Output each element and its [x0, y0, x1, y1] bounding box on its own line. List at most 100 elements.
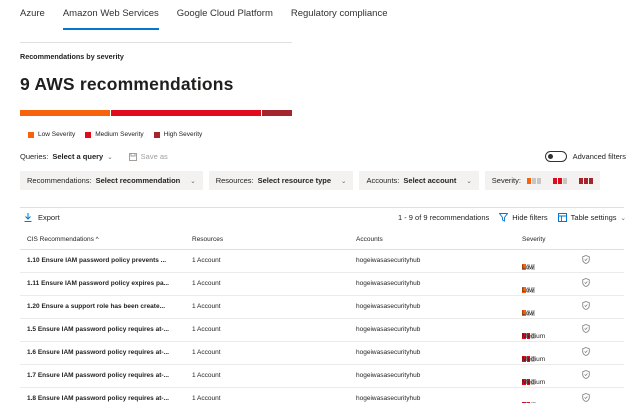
recommendation-name[interactable]: 1.11 Ensure IAM password policy expires …	[27, 280, 169, 287]
legend-low-label: Low Severity	[38, 131, 76, 138]
severity-bar	[20, 110, 292, 116]
severity-label: Low	[522, 264, 534, 271]
resources-cell: 1 Account	[192, 257, 221, 264]
queries-dropdown[interactable]: Select a query	[52, 152, 103, 161]
filter-icon	[499, 213, 509, 222]
table-row[interactable]: 1.11 Ensure IAM password policy expires …	[20, 273, 624, 296]
severity-label: Low	[522, 310, 534, 317]
severity-bar-low	[20, 110, 110, 116]
account-cell: hogeiwasasecurityhub	[356, 395, 421, 402]
divider	[20, 42, 292, 43]
export-label: Export	[38, 213, 60, 222]
severity-filter-label: Severity:	[491, 176, 521, 185]
advanced-filters-label: Advanced filters	[572, 152, 626, 161]
recommendation-count: 1 - 9 of 9 recommendations	[397, 213, 490, 222]
severity-medium-option[interactable]	[552, 177, 567, 184]
shield-icon[interactable]	[582, 324, 590, 335]
accounts-filter[interactable]: Accounts: Select account ⌄	[359, 171, 479, 190]
queries-label: Queries:	[20, 152, 49, 161]
chevron-down-icon: ⌄	[466, 177, 472, 185]
table-settings-button[interactable]: Table settings ⌄	[557, 213, 626, 222]
severity-label: Low	[522, 287, 534, 294]
filter-value: Select resource type	[257, 176, 331, 185]
chevron-down-icon: ⌄	[190, 177, 196, 185]
shield-icon[interactable]	[582, 255, 590, 266]
column-header-resources[interactable]: Resources	[192, 236, 223, 243]
shield-icon[interactable]	[582, 393, 590, 403]
resources-cell: 1 Account	[192, 280, 221, 287]
legend-low-swatch	[28, 131, 34, 138]
account-cell: hogeiwasasecurityhub	[356, 349, 421, 356]
filter-label: Recommendations:	[27, 176, 92, 185]
page-title: 9 AWS recommendations	[20, 74, 234, 94]
advanced-filters[interactable]: Advanced filters	[544, 151, 626, 162]
chevron-down-icon[interactable]: ⌄	[107, 153, 112, 161]
tab-azure[interactable]: Azure	[20, 0, 45, 32]
severity-legend: Low Severity Medium Severity High Severi…	[28, 131, 202, 138]
account-cell: hogeiwasasecurityhub	[356, 303, 421, 310]
severity-high-option[interactable]	[578, 177, 593, 184]
column-header-severity[interactable]: Severity	[522, 236, 545, 243]
filter-value: Select recommendation	[95, 176, 181, 185]
filter-value: Select account	[403, 176, 457, 185]
severity-bar-medium	[110, 110, 261, 116]
hide-filters-label: Hide filters	[512, 213, 548, 222]
section-title: Recommendations by severity	[20, 52, 124, 61]
column-header-accounts[interactable]: Accounts	[356, 236, 383, 243]
legend-medium-label: Medium Severity	[95, 131, 144, 138]
tab-regulatory-compliance[interactable]: Regulatory compliance	[291, 0, 388, 32]
legend-high-swatch	[153, 131, 160, 138]
filter-label: Accounts:	[366, 176, 400, 185]
shield-icon[interactable]	[582, 278, 590, 289]
tab-gcp[interactable]: Google Cloud Platform	[177, 0, 273, 32]
legend-medium-swatch	[85, 131, 92, 138]
legend-medium: Medium Severity	[85, 131, 144, 138]
legend-high-label: High Severity	[163, 131, 203, 138]
severity-low-option[interactable]	[526, 177, 541, 184]
chevron-down-icon: ⌄	[341, 177, 347, 185]
resources-cell: 1 Account	[192, 303, 221, 310]
queries-bar: Queries: Select a query ⌄ Save as	[20, 152, 168, 161]
chevron-down-icon: ⌄	[620, 214, 626, 222]
recommendation-name[interactable]: 1.8 Ensure IAM password policy requires …	[27, 395, 169, 402]
shield-icon[interactable]	[582, 301, 590, 312]
resources-filter[interactable]: Resources: Select resource type ⌄	[208, 171, 354, 190]
account-cell: hogeiwasasecurityhub	[356, 257, 421, 264]
recommendation-name[interactable]: 1.7 Ensure IAM password policy requires …	[27, 372, 169, 379]
table-row[interactable]: 1.5 Ensure IAM password policy requires …	[20, 319, 624, 342]
recommendation-name[interactable]: 1.10 Ensure IAM password policy prevents…	[27, 257, 166, 264]
filter-pills: Recommendations: Select recommendation ⌄…	[20, 171, 600, 190]
account-cell: hogeiwasasecurityhub	[356, 372, 421, 379]
table-settings-label: Table settings	[570, 213, 617, 222]
column-header-recommendations[interactable]: CIS Recommendations ^	[27, 236, 99, 243]
resources-cell: 1 Account	[192, 326, 221, 333]
severity-filter[interactable]: Severity:	[484, 171, 600, 190]
recommendation-name[interactable]: 1.20 Ensure a support role has been crea…	[27, 303, 165, 310]
export-button[interactable]: Export	[24, 213, 60, 222]
shield-icon[interactable]	[582, 370, 590, 381]
shield-icon[interactable]	[582, 347, 590, 358]
account-cell: hogeiwasasecurityhub	[356, 326, 421, 333]
severity-label: Medium	[522, 356, 546, 363]
table-row[interactable]: 1.7 Ensure IAM password policy requires …	[20, 365, 624, 388]
table-toolbar: 1 - 9 of 9 recommendations Hide filters …	[398, 213, 626, 222]
recommendation-name[interactable]: 1.5 Ensure IAM password policy requires …	[27, 326, 169, 333]
advanced-filters-toggle[interactable]	[544, 151, 567, 162]
severity-label: Medium	[522, 333, 546, 340]
tab-aws[interactable]: Amazon Web Services	[62, 0, 159, 32]
save-as-button[interactable]: Save as	[128, 152, 168, 161]
table-row[interactable]: 1.8 Ensure IAM password policy requires …	[20, 388, 624, 403]
resources-cell: 1 Account	[192, 395, 221, 402]
legend-high: High Severity	[153, 131, 203, 138]
resources-cell: 1 Account	[192, 372, 221, 379]
save-as-label: Save as	[140, 152, 168, 161]
recommendation-name[interactable]: 1.6 Ensure IAM password policy requires …	[27, 349, 169, 356]
legend-low: Low Severity	[28, 131, 75, 138]
cloud-tabs: Azure Amazon Web Services Google Cloud P…	[20, 0, 388, 32]
hide-filters-button[interactable]: Hide filters	[499, 213, 548, 222]
recommendations-filter[interactable]: Recommendations: Select recommendation ⌄	[20, 171, 203, 190]
table-header: CIS Recommendations ^ Resources Accounts…	[20, 232, 624, 250]
table-row[interactable]: 1.20 Ensure a support role has been crea…	[20, 296, 624, 319]
table-row[interactable]: 1.6 Ensure IAM password policy requires …	[20, 342, 624, 365]
table-row[interactable]: 1.10 Ensure IAM password policy prevents…	[20, 250, 624, 273]
